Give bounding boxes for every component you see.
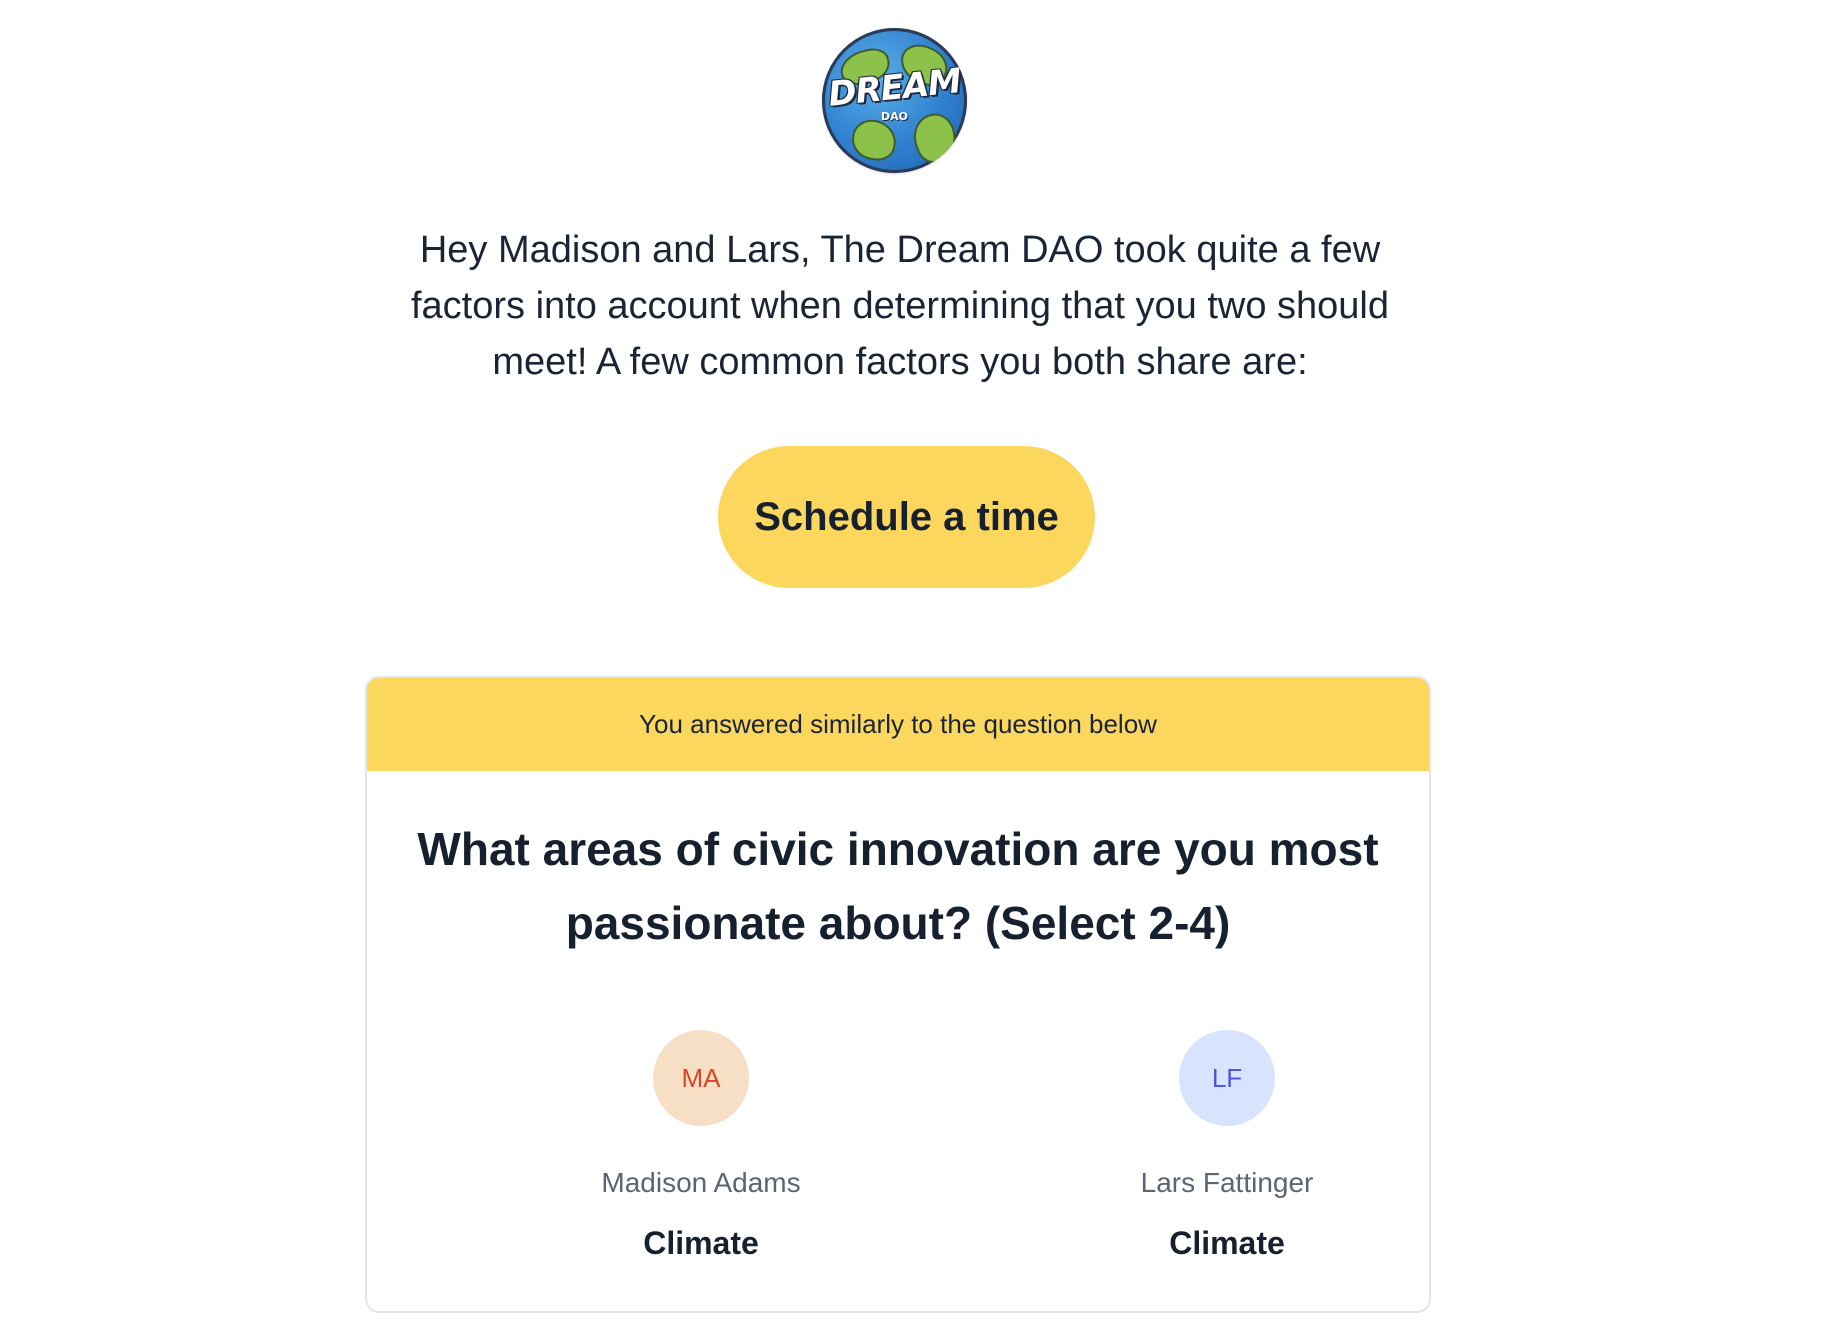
intro-message: Hey Madison and Lars, The Dream DAO took… [410,229,1390,383]
question-title: What areas of civic innovation are you m… [417,823,1379,949]
person-answer: Climate [643,1225,759,1261]
logo-subtext: DAO [881,110,908,123]
globe-land [849,117,899,163]
dream-dao-logo: DREAM DAO [822,28,967,173]
avatar: MA [653,1030,749,1126]
person-answer: Climate [1169,1225,1285,1261]
person-madison: MA Madison Adams Climate [551,1030,851,1262]
email-page: DREAM DAO Hey Madison and Lars, The Drea… [0,0,1835,1324]
common-factor-card: You answered similarly to the question b… [365,676,1431,1313]
schedule-time-button[interactable]: Schedule a time [718,446,1095,588]
person-lars: LF Lars Fattinger Climate [1077,1030,1377,1262]
person-name: Madison Adams [601,1167,801,1198]
person-name: Lars Fattinger [1140,1167,1314,1198]
avatar: LF [1179,1030,1275,1126]
card-header: You answered similarly to the question b… [367,678,1429,771]
